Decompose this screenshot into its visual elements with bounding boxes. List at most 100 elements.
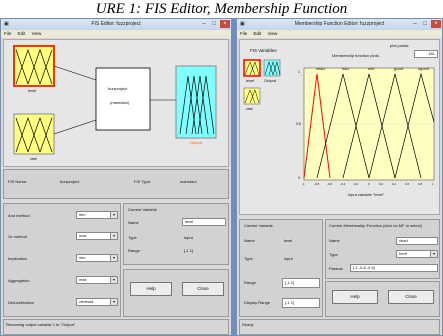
menu-file[interactable]: File <box>240 31 247 36</box>
mf-cv-name-value: level <box>284 238 293 243</box>
variable-level-thumb[interactable] <box>243 59 261 77</box>
chevron-down-icon: ▾ <box>430 251 437 257</box>
menu-view[interactable]: View <box>268 31 278 36</box>
mf-type-select[interactable]: trimf ▾ <box>396 250 438 258</box>
implication-value: min <box>79 255 86 260</box>
mf-cv-type-label: Type <box>244 256 253 261</box>
mf-params-field[interactable]: [-1 -0.8 -0.6] <box>350 264 438 272</box>
variable-level-label: level <box>246 78 255 83</box>
x-tick: -0.8 <box>314 182 320 186</box>
mf-type-label: Type <box>329 252 338 257</box>
implication-label: Implication <box>8 256 28 261</box>
mf-status-bar: Ready <box>239 319 440 335</box>
plot-points-field[interactable]: 181 <box>414 50 438 58</box>
x-tick: 0 <box>368 182 370 186</box>
plot-title: Membership function plots <box>332 53 379 58</box>
mf-name-label: Name <box>329 238 340 243</box>
mf-editor-window: ▣ Membership Function Editor: fuzzprojec… <box>236 18 443 336</box>
variable-output-thumb[interactable] <box>263 59 281 77</box>
connector-line <box>53 65 97 81</box>
x-tick: 0.8 <box>418 182 423 186</box>
output-label: Output <box>190 140 203 145</box>
mf-cv-display-label: Display Range <box>244 300 271 305</box>
close-icon[interactable]: × <box>220 20 230 28</box>
cv-range-label: Range <box>128 248 140 253</box>
mf-label-good: good <box>394 66 403 71</box>
fis-window-title: FIS Editor: fuzzproject <box>91 21 141 27</box>
mf-cv-range-label: Range <box>244 280 256 285</box>
close-button[interactable]: Close <box>182 282 224 296</box>
defuzzification-value: centroid <box>79 299 94 304</box>
help-button[interactable]: Help <box>130 282 172 296</box>
fis-info-panel: FIS Name: fuzzproject FIS Type: mamdani <box>3 169 229 199</box>
menu-edit[interactable]: Edit <box>18 31 26 36</box>
minimize-icon[interactable]: – <box>410 20 420 28</box>
fis-name-label: FIS Name: <box>8 179 28 184</box>
mf-cv-range-field[interactable]: [-1 1] <box>282 278 320 288</box>
mf-params-label: Params <box>329 266 343 271</box>
rule-block[interactable] <box>95 67 151 131</box>
aggregation-value: max <box>79 277 87 282</box>
y-tick-0-5: 0.5 <box>296 122 301 126</box>
mf-cv-display-field[interactable]: [-1 1] <box>282 298 320 308</box>
cv-name-field[interactable]: level <box>182 218 226 226</box>
methods-panel: And method min ▾ Or method max ▾ Implicati… <box>3 203 121 317</box>
mf-type-value: trimf <box>399 251 407 256</box>
maximize-icon[interactable]: □ <box>209 20 219 28</box>
connector-line <box>53 119 97 135</box>
y-tick-0: 0 <box>298 176 300 180</box>
input-rate-block[interactable] <box>13 113 55 155</box>
x-tick: -1 <box>302 182 305 186</box>
aggregation-select[interactable]: max ▾ <box>76 276 118 284</box>
cv-range-value: [-1 1] <box>184 248 194 253</box>
close-icon[interactable]: × <box>431 20 441 28</box>
menu-view[interactable]: View <box>32 31 42 36</box>
and-method-label: And method <box>8 213 30 218</box>
figure-caption: URE 1: FIS Editor, Membership Function <box>95 1 348 17</box>
maximize-icon[interactable]: □ <box>420 20 430 28</box>
cv-type-label: Type <box>128 235 137 240</box>
fis-diagram: level rate fuzzproject (mamdani) Output <box>3 39 229 167</box>
or-method-label: Or method <box>8 234 27 239</box>
close-button[interactable]: Close <box>388 290 434 304</box>
or-method-value: max <box>79 233 87 238</box>
minimize-icon[interactable]: – <box>199 20 209 28</box>
variable-rate-thumb[interactable] <box>243 87 261 105</box>
menu-edit[interactable]: Edit <box>254 31 262 36</box>
mf-plot[interactable] <box>298 62 438 190</box>
mf-buttons-panel: Help Close <box>325 281 440 317</box>
input-level-block[interactable] <box>13 45 55 87</box>
cv-type-value: input <box>184 235 193 240</box>
fis-type-value: mamdani <box>180 179 197 184</box>
fis-name-in-box: fuzzproject <box>108 86 128 91</box>
fis-menu-bar: File Edit View <box>1 30 231 38</box>
chevron-down-icon: ▾ <box>110 299 117 305</box>
defuzzification-select[interactable]: centroid ▾ <box>76 298 118 306</box>
fis-status-bar: Renaming output variable 1 to "Output" <box>3 319 229 335</box>
cv-name-label: Name <box>128 220 139 225</box>
mf-menu-bar: File Edit View <box>237 30 442 38</box>
mf-title-bar: ▣ Membership Function Editor: fuzzprojec… <box>237 19 442 30</box>
mf-label-vgood: vgood <box>418 66 429 71</box>
fis-variables-label: FIS Variables <box>250 48 277 53</box>
mf-upper-area: FIS Variables level Output rate plot poi… <box>239 39 440 215</box>
or-method-select[interactable]: max ▾ <box>76 232 118 240</box>
current-mf-panel: Current Membership Function (click on MF… <box>325 219 440 279</box>
mf-cv-type-value: input <box>284 256 293 261</box>
aggregation-label: Aggregation <box>8 278 30 283</box>
output-block[interactable] <box>175 65 217 139</box>
mf-name-field[interactable]: vbad <box>396 237 438 245</box>
chevron-down-icon: ▾ <box>110 212 117 218</box>
current-mf-heading: Current Membership Function (click on MF… <box>329 223 422 228</box>
menu-file[interactable]: File <box>4 31 11 36</box>
and-method-select[interactable]: min ▾ <box>76 211 118 219</box>
mf-label-vbad: vbad <box>316 66 325 71</box>
chevron-down-icon: ▾ <box>110 233 117 239</box>
help-button[interactable]: Help <box>332 290 378 304</box>
chevron-down-icon: ▾ <box>110 255 117 261</box>
x-tick: 0.6 <box>405 182 410 186</box>
implication-select[interactable]: min ▾ <box>76 254 118 262</box>
x-tick: -0.6 <box>327 182 333 186</box>
mf-cv-heading: Current Variable <box>244 223 273 228</box>
fis-kind-in-box: (mamdani) <box>110 100 130 105</box>
